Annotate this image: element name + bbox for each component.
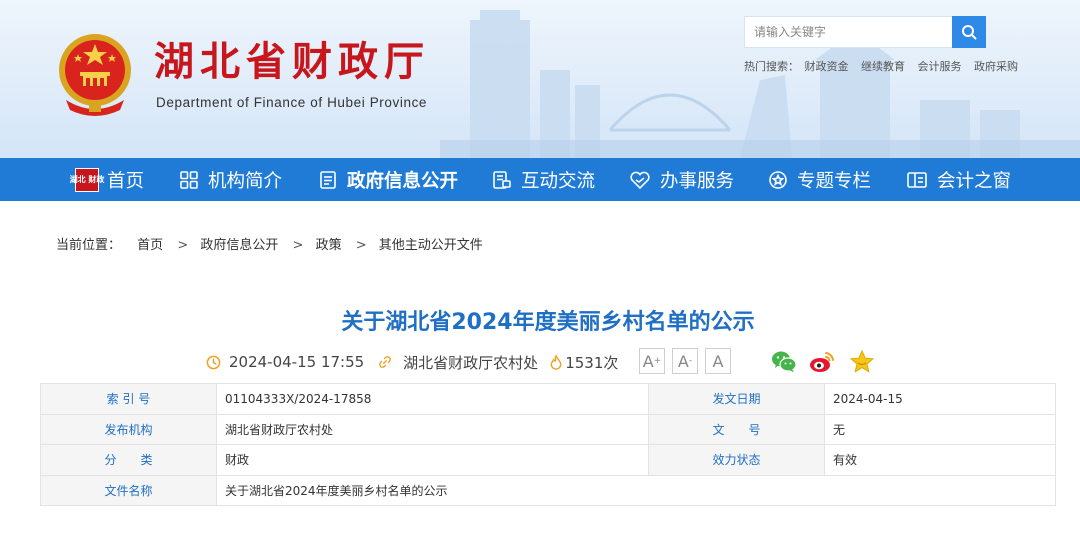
nav-item-label: 专题专栏 [797,170,872,192]
info-value: 湖北省财政厅农村处 [216,413,649,445]
main-nav: 湖北 财政 首页 机构简介 政府信息公开 互动交流 办事服务 专题专栏 会计之窗 [0,158,1080,201]
nav-item-interaction[interactable]: 互动交流 [492,158,595,201]
article-date-text: 2024-04-15 17:55 [229,353,365,371]
breadcrumb-item[interactable]: 政府信息公开 [200,238,278,253]
article-views: 1531次 [550,352,618,373]
nav-item-label: 互动交流 [521,170,596,192]
site-title: 湖北省财政厅 [154,38,430,85]
chat-doc-icon [493,170,511,189]
font-button-mark: + [653,356,662,366]
hot-search: 热门搜索： 财政资金 继续教育 会计服务 政府采购 [744,58,1027,74]
hot-search-item[interactable]: 政府采购 [974,60,1018,73]
font-button-mark: - [688,356,693,366]
info-key: 效力状态 [648,444,825,476]
info-value: 财政 [216,444,649,476]
info-value: 有效 [824,444,1056,476]
info-key: 分 类 [40,444,217,476]
nav-item-label: 首页 [107,170,145,192]
info-key: 文 号 [648,413,825,445]
info-value: 无 [824,413,1056,445]
search-button[interactable] [952,16,986,48]
font-button-label: A [677,351,689,371]
font-increase-button[interactable]: A + [639,348,665,374]
site-subtitle: Department of Finance of Hubei Province [156,95,428,110]
breadcrumb-separator: > [177,238,189,253]
hot-search-label: 热门搜索： [744,60,799,73]
hot-search-item[interactable]: 会计服务 [918,60,962,73]
table-row: 发布机构 湖北省财政厅农村处 文 号 无 [40,413,1056,445]
search-input[interactable] [745,17,953,47]
article-date: 2024-04-15 17:55 [206,353,364,371]
clock-icon [206,355,221,369]
nav-item-label: 办事服务 [660,170,735,192]
info-key: 发文日期 [648,383,825,415]
nav-item-about[interactable]: 机构简介 [179,158,282,201]
info-key: 索 引 号 [40,383,217,415]
breadcrumb-item[interactable]: 其他主动公开文件 [379,238,483,253]
table-row: 索 引 号 01104333X/2024-17858 发文日期 2024-04-… [40,383,1056,415]
info-value: 关于湖北省2024年度美丽乡村名单的公示 [216,474,1056,506]
national-emblem-icon [59,34,131,116]
nav-item-info-disclosure[interactable]: 政府信息公开 [318,158,458,201]
breadcrumb-label: 当前位置： [56,238,122,253]
table-row: 分 类 财政 效力状态 有效 [40,444,1056,476]
article-views-text: 1531次 [565,353,619,372]
nav-item-home[interactable]: 湖北 财政 首页 [70,158,145,201]
site-header: 湖北省财政厅 Department of Finance of Hubei Pr… [0,0,1080,158]
font-button-label: A [642,351,654,371]
nav-item-label: 机构简介 [208,170,283,192]
font-button-label: A [712,351,724,371]
article-source: 湖北省财政厅农村处 [378,352,538,373]
hot-search-item[interactable]: 继续教育 [861,60,905,73]
document-info-table: 索 引 号 01104333X/2024-17858 发文日期 2024-04-… [40,383,1056,506]
nav-item-services[interactable]: 办事服务 [629,158,734,201]
breadcrumb-item[interactable]: 政策 [316,238,342,253]
breadcrumb-separator: > [292,238,304,253]
info-value: 2024-04-15 [824,383,1056,415]
weibo-icon[interactable] [808,348,836,376]
font-decrease-button[interactable]: A- [672,348,698,374]
search-box [744,16,986,48]
nav-item-topics[interactable]: 专题专栏 [768,158,871,201]
window-icon [907,171,927,188]
info-value: 01104333X/2024-17858 [216,383,649,415]
hot-search-item[interactable]: 财政资金 [805,60,849,73]
wechat-icon[interactable] [770,348,798,376]
document-icon [320,170,336,189]
info-key: 发布机构 [40,413,217,445]
favorite-star-icon[interactable] [848,348,876,376]
article-meta: 2024-04-15 17:55 湖北省财政厅农村处 1531次 [206,348,618,376]
breadcrumb-item[interactable]: 首页 [137,238,163,253]
info-key: 文件名称 [40,474,217,506]
star-circle-icon [769,170,787,189]
flame-icon [550,354,562,370]
nav-item-accounting[interactable]: 会计之窗 [906,158,1011,201]
breadcrumb-separator: > [355,238,367,253]
article-source-text: 湖北省财政厅农村处 [403,353,539,372]
link-icon [379,356,392,368]
search-icon [962,25,977,40]
font-reset-button[interactable]: A [705,348,731,374]
home-logo-icon: 湖北 财政 [70,167,104,192]
heart-icon [630,171,650,189]
breadcrumb: 当前位置： 首页 > 政府信息公开 > 政策 > 其他主动公开文件 [56,234,489,253]
nav-item-label: 政府信息公开 [347,170,459,192]
article-title: 关于湖北省2024年度美丽乡村名单的公示 [341,310,755,335]
grid-icon [180,170,198,189]
table-row: 文件名称 关于湖北省2024年度美丽乡村名单的公示 [40,474,1056,506]
nav-item-label: 会计之窗 [937,170,1012,192]
